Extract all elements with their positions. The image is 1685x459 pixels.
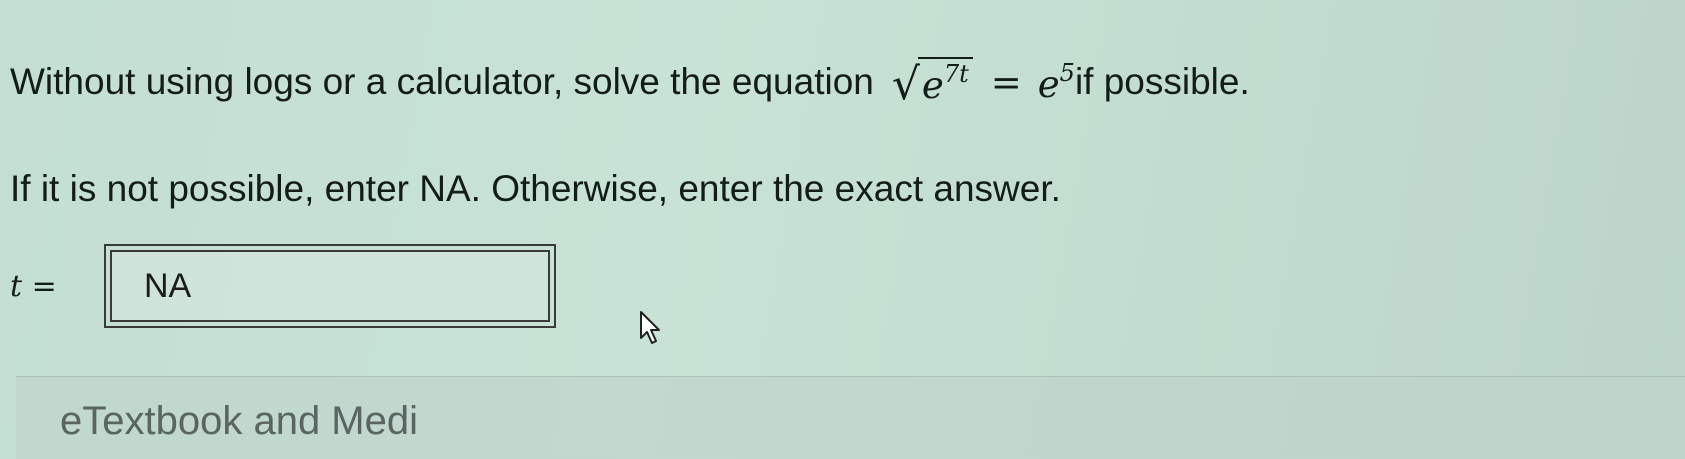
equation-rhs: e5 <box>1037 58 1075 106</box>
answer-input[interactable] <box>104 244 556 328</box>
question-text: Without using logs or a calculator, solv… <box>10 42 1250 122</box>
equation: √ e7t = e5 if possible. <box>892 57 1250 107</box>
radicand-exponent: 7t <box>943 60 969 89</box>
radicand: e7t <box>917 57 973 107</box>
instruction-text: If it is not possible, enter NA. Otherwi… <box>10 168 1061 209</box>
resources-panel: eTextbook and Medi <box>16 376 1685 459</box>
equals-sign: = <box>990 60 1022 104</box>
question-lead-text: Without using logs or a calculator, solv… <box>10 61 874 102</box>
answer-variable-label: t = <box>10 268 57 304</box>
answer-row: t = <box>10 244 556 328</box>
etextbook-link[interactable]: eTextbook and Medi <box>60 399 418 444</box>
square-root: √ e7t <box>892 57 973 107</box>
mouse-pointer-icon <box>640 311 660 344</box>
question-trailing-text: if possible. <box>1074 61 1250 102</box>
rhs-exponent: 5 <box>1059 58 1075 87</box>
sqrt-symbol: √ <box>891 58 920 110</box>
